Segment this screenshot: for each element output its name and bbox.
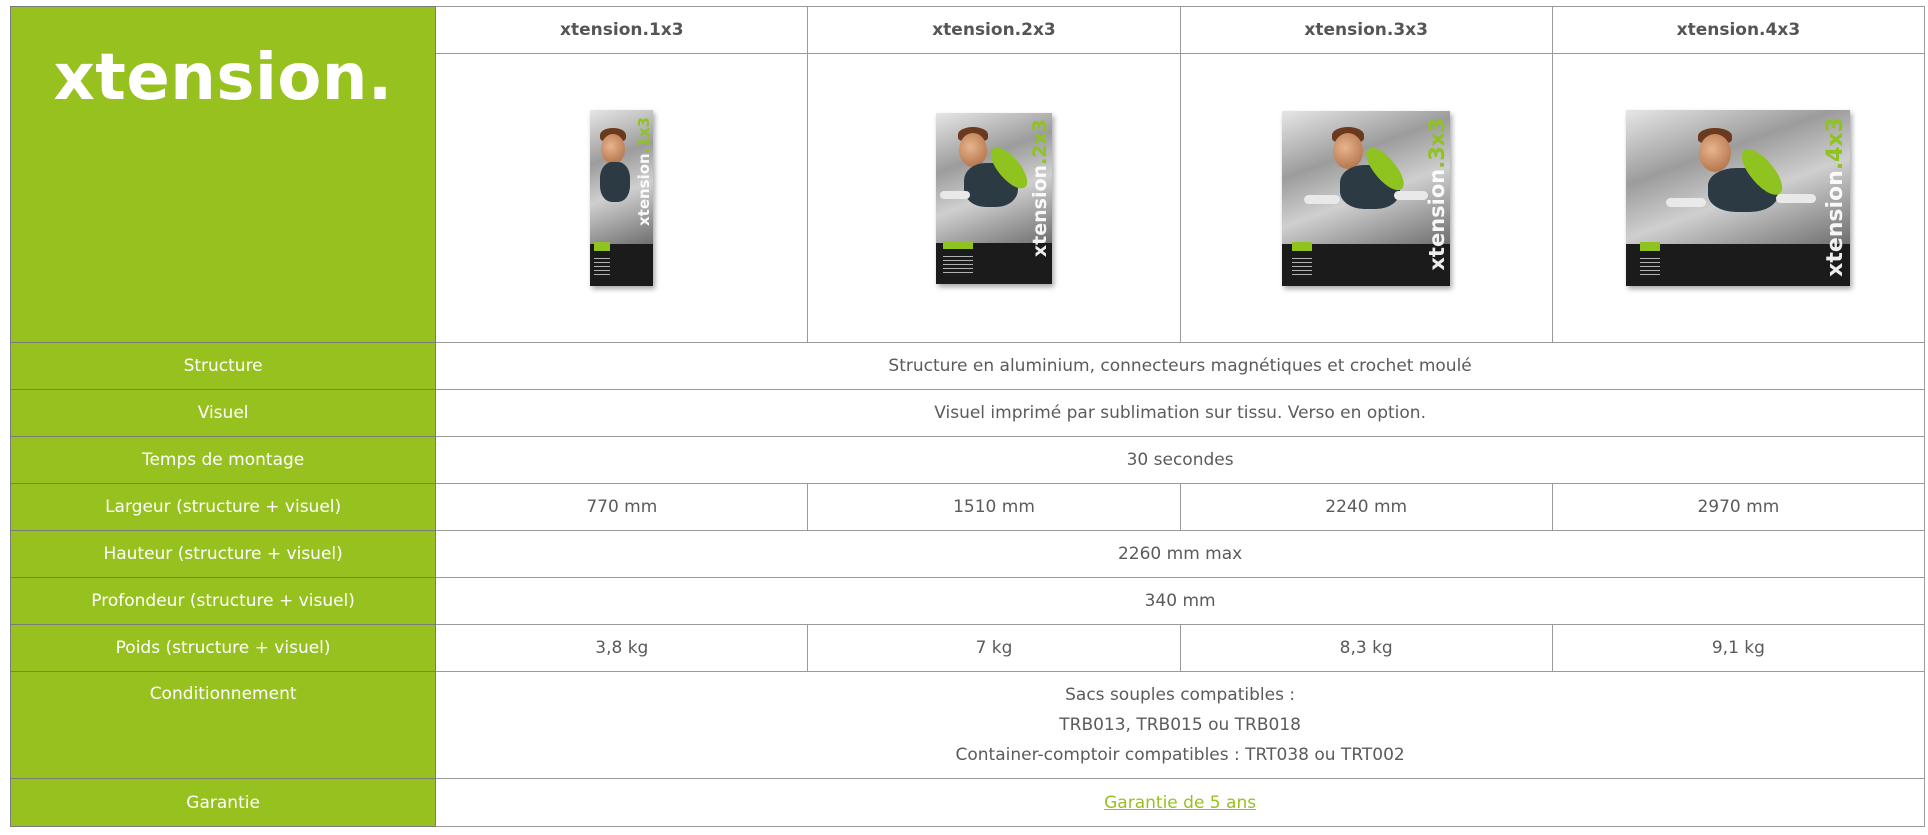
product-image-cell-2x3: xtension.2x3 bbox=[807, 53, 1181, 343]
conditionnement-line: TRB013, TRB015 ou TRB018 bbox=[1059, 715, 1301, 735]
row-label-largeur: Largeur (structure + visuel) bbox=[9, 483, 437, 531]
product-spec-table: xtension. xtension.1x3 xtension.2x3 xten… bbox=[9, 5, 1926, 827]
conditionnement-line: Sacs souples compatibles : bbox=[1065, 685, 1296, 705]
product-header-1x3: xtension.1x3 bbox=[435, 5, 809, 55]
row-label-conditionnement: Conditionnement bbox=[9, 671, 437, 779]
row-label-profondeur: Profondeur (structure + visuel) bbox=[9, 577, 437, 625]
row-value-structure: Structure en aluminium, connecteurs magn… bbox=[435, 342, 1925, 390]
row-label-visuel: Visuel bbox=[9, 389, 437, 437]
row-value-garantie: Garantie de 5 ans bbox=[435, 778, 1925, 827]
row-value-temps-de-montage: 30 secondes bbox=[435, 436, 1925, 484]
row-value-profondeur: 340 mm bbox=[435, 577, 1925, 625]
product-header-2x3: xtension.2x3 bbox=[807, 5, 1181, 55]
row-label-hauteur: Hauteur (structure + visuel) bbox=[9, 530, 437, 578]
row-value-largeur-4x3: 2970 mm bbox=[1551, 483, 1926, 531]
product-image-cell-4x3: xtension.4x3 bbox=[1551, 53, 1926, 343]
row-value-conditionnement: Sacs souples compatibles : TRB013, TRB01… bbox=[435, 671, 1925, 779]
product-image-cell-3x3: xtension.3x3 bbox=[1179, 53, 1553, 343]
product-image-cell-1x3: xtension.1x3 bbox=[435, 53, 809, 343]
product-header-3x3: xtension.3x3 bbox=[1179, 5, 1553, 55]
product-image-3x3: xtension.3x3 bbox=[1282, 110, 1451, 286]
row-value-largeur-2x3: 1510 mm bbox=[807, 483, 1181, 531]
row-value-hauteur: 2260 mm max bbox=[435, 530, 1925, 578]
row-value-poids-2x3: 7 kg bbox=[807, 624, 1181, 672]
brand-logo-cell: xtension. bbox=[9, 6, 437, 343]
row-value-poids-4x3: 9,1 kg bbox=[1551, 624, 1926, 672]
garantie-link[interactable]: Garantie de 5 ans bbox=[1104, 793, 1256, 813]
row-value-poids-1x3: 3,8 kg bbox=[435, 624, 809, 672]
row-label-temps-de-montage: Temps de montage bbox=[9, 436, 437, 484]
row-value-largeur-1x3: 770 mm bbox=[435, 483, 809, 531]
row-label-poids: Poids (structure + visuel) bbox=[9, 624, 437, 672]
row-label-garantie: Garantie bbox=[9, 778, 437, 827]
product-image-2x3: xtension.2x3 bbox=[936, 112, 1052, 284]
conditionnement-line: Container-comptoir compatibles : TRT038 … bbox=[955, 745, 1405, 765]
product-image-4x3: xtension.4x3 bbox=[1626, 110, 1851, 287]
brand-logo: xtension. bbox=[53, 41, 393, 115]
product-header-4x3: xtension.4x3 bbox=[1551, 5, 1926, 55]
product-image-1x3: xtension.1x3 bbox=[590, 110, 654, 287]
row-value-largeur-3x3: 2240 mm bbox=[1179, 483, 1553, 531]
row-value-visuel: Visuel imprimé par sublimation sur tissu… bbox=[435, 389, 1925, 437]
row-label-structure: Structure bbox=[9, 342, 437, 390]
row-value-poids-3x3: 8,3 kg bbox=[1179, 624, 1553, 672]
